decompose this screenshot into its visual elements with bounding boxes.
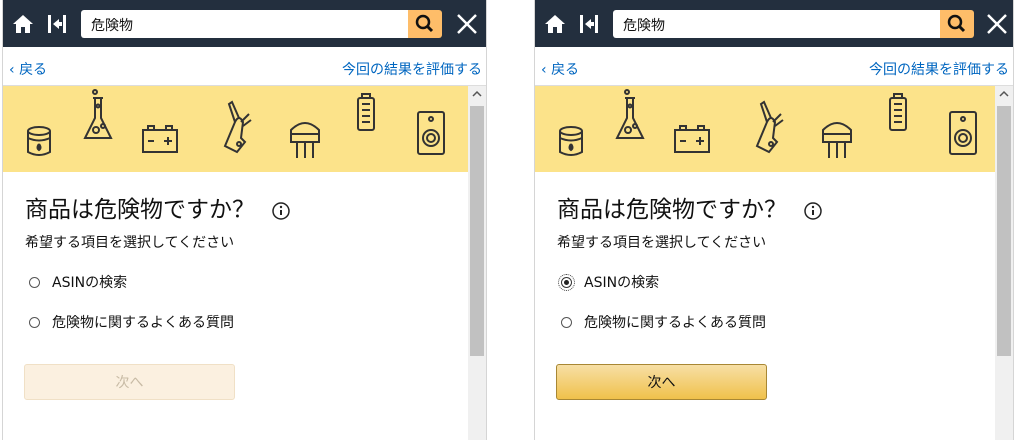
info-icon[interactable] [272, 201, 291, 220]
info-icon[interactable] [804, 201, 823, 220]
hazmat-banner [3, 86, 468, 172]
nav-row: ‹ 戻る 今回の結果を評価する [535, 47, 1013, 86]
search-button[interactable] [408, 10, 442, 38]
top-toolbar: 危険物 [3, 0, 486, 47]
panel-before: 危険物 ‹ 戻る 今回の結果を評価する 商品は危険物ですか？ 希望する項目を選択… [2, 0, 487, 440]
hazmat-icons [559, 89, 977, 158]
collapse-icon[interactable] [46, 13, 68, 35]
back-link-label: 戻る [19, 62, 48, 78]
option-label: ASINの検索 [584, 275, 660, 291]
question-heading: 商品は危険物ですか？ [557, 190, 823, 224]
battery-cell-icon [357, 93, 375, 131]
oil-barrel-icon [27, 126, 51, 156]
top-toolbar: 危険物 [535, 0, 1013, 47]
battery-cell-icon [889, 93, 907, 131]
question-heading: 商品は危険物ですか？ [25, 190, 291, 224]
flask-icon [615, 89, 645, 139]
scroll-up-arrow-icon[interactable] [472, 89, 482, 99]
speaker-icon [949, 111, 977, 155]
radio-button[interactable] [29, 316, 40, 328]
multitool-icon [223, 100, 252, 154]
scrollbar-thumb[interactable] [997, 106, 1011, 356]
rate-result-link[interactable]: 今回の結果を評価する [342, 59, 482, 79]
option-label: ASINの検索 [52, 275, 128, 291]
close-icon[interactable] [453, 10, 481, 38]
scrollbar[interactable] [468, 86, 486, 440]
nav-row: ‹ 戻る 今回の結果を評価する [3, 47, 486, 86]
search-icon [947, 14, 966, 33]
speaker-icon [417, 111, 445, 155]
collapse-icon[interactable] [578, 13, 600, 35]
transistor-icon [290, 122, 320, 158]
home-icon[interactable] [544, 13, 566, 35]
back-link[interactable]: ‹ 戻る [541, 59, 579, 79]
rate-result-link[interactable]: 今回の結果を評価する [869, 59, 1009, 79]
oil-barrel-icon [559, 126, 583, 156]
instruction-text: 希望する項目を選択してください [25, 235, 235, 251]
flask-icon [83, 89, 113, 139]
hazmat-icons [27, 89, 445, 158]
battery-icon [142, 125, 178, 153]
option-hazmat-faq[interactable]: 危険物に関するよくある質問 [29, 312, 234, 332]
option-hazmat-faq[interactable]: 危険物に関するよくある質問 [561, 312, 766, 332]
radio-button-selected[interactable] [558, 273, 575, 291]
option-asin-search[interactable]: ASINの検索 [29, 272, 127, 292]
scroll-up-arrow-icon[interactable] [999, 89, 1009, 99]
option-label: 危険物に関するよくある質問 [52, 315, 234, 331]
question-heading-text: 商品は危険物ですか？ [557, 197, 787, 223]
multitool-icon [755, 100, 784, 154]
scrollbar[interactable] [995, 86, 1013, 440]
scrollbar-thumb[interactable] [470, 106, 484, 356]
close-icon[interactable] [983, 10, 1011, 38]
option-label: 危険物に関するよくある質問 [584, 315, 766, 331]
next-button[interactable]: 次へ [24, 364, 235, 400]
back-link[interactable]: ‹ 戻る [9, 59, 47, 79]
back-link-label: 戻る [551, 62, 580, 78]
home-icon[interactable] [12, 13, 34, 35]
next-button[interactable]: 次へ [556, 364, 767, 400]
search-icon [415, 14, 434, 33]
radio-button[interactable] [29, 276, 40, 288]
search-input-value: 危険物 [91, 18, 133, 34]
option-asin-search[interactable]: ASINの検索 [558, 272, 660, 292]
search-input[interactable]: 危険物 [81, 10, 408, 38]
question-heading-text: 商品は危険物ですか？ [25, 197, 255, 223]
search-button[interactable] [940, 10, 974, 38]
hazmat-banner [535, 86, 995, 172]
battery-icon [674, 125, 710, 153]
search-input[interactable]: 危険物 [613, 10, 940, 38]
radio-button[interactable] [561, 316, 572, 328]
transistor-icon [822, 122, 852, 158]
panel-after: 危険物 ‹ 戻る 今回の結果を評価する 商品は危険物ですか？ 希望する項目を選択… [534, 0, 1014, 440]
search-input-value: 危険物 [623, 18, 665, 34]
instruction-text: 希望する項目を選択してください [557, 235, 767, 251]
